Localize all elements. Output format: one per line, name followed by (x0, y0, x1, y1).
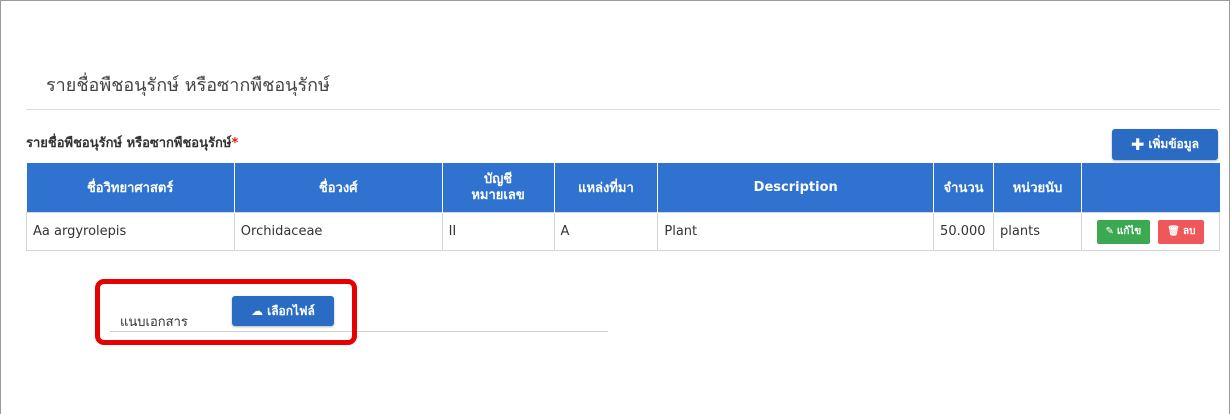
table-row: Aa argyrolepis Orchidaceae II A Plant 50… (26, 212, 1221, 251)
edit-label: แก้ไข (1116, 226, 1142, 237)
col-header-unit: หน่วยนับ (993, 163, 1082, 213)
delete-label: ลบ (1182, 226, 1196, 237)
col-header-scientific-name: ชื่อวิทยาศาสตร์ (26, 163, 235, 213)
field-label-text: รายชื่อพืชอนุรักษ์ หรือซากพืชอนุรักษ์ (26, 136, 232, 151)
field-label: รายชื่อพืชอนุรักษ์ หรือซากพืชอนุรักษ์* (26, 132, 238, 153)
pencil-icon: ✎ (1105, 226, 1114, 237)
table-header-row: ชื่อวิทยาศาสตร์ ชื่อวงศ์ บัญชี หมายเลข แ… (26, 163, 1220, 213)
cell-quantity: 50.000 (933, 212, 995, 251)
cell-actions: ✎ แก้ไข 🗑 ลบ (1080, 212, 1221, 251)
col-header-actions (1081, 163, 1220, 213)
col-header-family: ชื่อวงศ์ (234, 163, 443, 213)
cell-appendix: II (441, 212, 555, 251)
cell-unit: plants (993, 212, 1082, 251)
plus-icon: ✚ (1130, 134, 1145, 154)
edit-button[interactable]: ✎ แก้ไข (1096, 219, 1151, 244)
section-divider (26, 109, 1220, 110)
required-mark: * (231, 136, 239, 151)
trash-icon: 🗑 (1167, 226, 1180, 237)
col-header-source: แหล่งที่มา (554, 163, 659, 213)
cell-source: A (553, 212, 659, 251)
cell-description: Plant (657, 212, 935, 251)
cell-scientific-name: Aa argyrolepis (26, 212, 235, 251)
col-header-appendix-text: บัญชี หมายเลข (471, 171, 525, 203)
highlight-box (95, 279, 357, 345)
add-data-button[interactable]: ✚ เพิ่มข้อมูล (1112, 129, 1218, 160)
col-header-description: Description (657, 163, 935, 213)
col-header-appendix: บัญชี หมายเลข (442, 163, 555, 213)
add-data-label: เพิ่มข้อมูล (1148, 137, 1199, 151)
col-header-quantity: จำนวน (933, 163, 995, 213)
cell-family: Orchidaceae (233, 212, 443, 251)
section-title: รายชื่อพืชอนุรักษ์ หรือซากพืชอนุรักษ์ (46, 75, 330, 96)
plants-table: ชื่อวิทยาศาสตร์ ชื่อวงศ์ บัญชี หมายเลข แ… (26, 163, 1221, 251)
delete-button[interactable]: 🗑 ลบ (1158, 219, 1205, 244)
